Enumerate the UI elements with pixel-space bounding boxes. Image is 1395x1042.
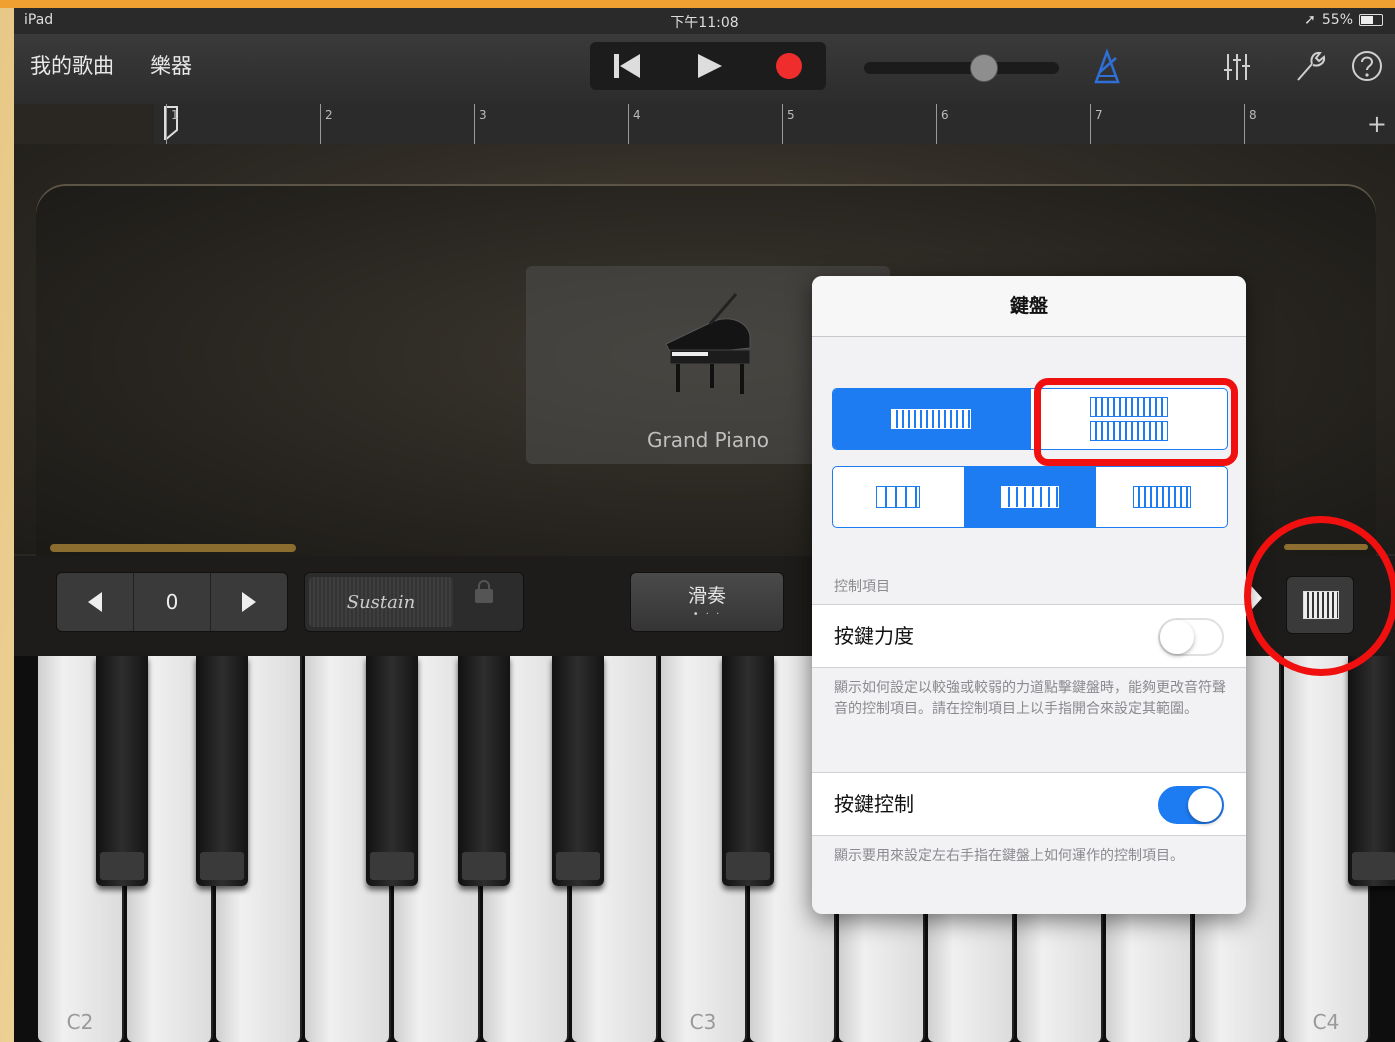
key-control-label: 按鍵控制	[834, 792, 914, 816]
black-key[interactable]	[552, 656, 604, 886]
battery-icon	[1359, 14, 1383, 26]
medium-keys-option[interactable]	[964, 467, 1097, 527]
add-section-icon[interactable]: +	[1367, 110, 1387, 138]
medium-keys-icon	[1001, 486, 1059, 508]
glide-page-dots: • · ·	[692, 609, 722, 620]
metronome-icon[interactable]	[1090, 48, 1124, 84]
octave-control: 0	[56, 572, 288, 632]
key-size-segmented-control	[832, 466, 1228, 528]
note-label: C2	[66, 1010, 94, 1034]
glide-button[interactable]: 滑奏 • · ·	[630, 572, 784, 632]
ruler-bar: 3	[474, 104, 487, 144]
key-control-description: 顯示要用來設定左右手指在鍵盤上如何運作的控制項目。	[834, 848, 1184, 864]
key-control-toggle[interactable]	[1158, 786, 1224, 824]
black-key[interactable]	[722, 656, 774, 886]
black-key[interactable]	[1348, 656, 1395, 886]
keyboard-scroll-indicator[interactable]	[50, 544, 296, 552]
record-icon[interactable]	[770, 50, 810, 82]
popover-title: 鍵盤	[812, 276, 1246, 337]
master-volume-slider[interactable]	[864, 54, 1059, 82]
single-keyboard-icon	[891, 409, 972, 429]
grand-piano-icon	[665, 293, 751, 394]
ruler-bar: 4	[628, 104, 641, 144]
black-key[interactable]	[96, 656, 148, 886]
black-key[interactable]	[366, 656, 418, 886]
battery-status: ➚ 55%	[1304, 12, 1383, 28]
my-songs-button[interactable]: 我的歌曲	[30, 50, 114, 80]
location-arrow-icon: ➚	[1304, 12, 1316, 28]
ruler-bar: 2	[320, 104, 333, 144]
arrow-right-icon	[242, 592, 256, 612]
toolbar: 我的歌曲 樂器	[14, 34, 1395, 104]
lock-icon[interactable]	[475, 580, 493, 603]
battery-percent: 55%	[1321, 12, 1353, 28]
ruler-bar: 8	[1244, 104, 1257, 144]
black-key[interactable]	[196, 656, 248, 886]
keyboard-popover: 鍵盤 控制項目 按鍵力度 顯示如何設定以較強或較弱的力道點擊鍵盤時，能夠更改音符…	[812, 276, 1246, 914]
single-keyboard-option[interactable]	[833, 389, 1031, 449]
volume-knob[interactable]	[970, 54, 998, 82]
ruler-bar: 7	[1090, 104, 1103, 144]
velocity-description: 顯示如何設定以較強或較弱的力道點擊鍵盤時，能夠更改音符聲音的控制項目。請在控制項…	[834, 680, 1226, 717]
timeline-ruler[interactable]: 1 2 3 4 5 6 7 8 +	[154, 104, 1395, 144]
highlight-circle	[1244, 516, 1395, 676]
octave-up-button[interactable]	[211, 573, 287, 631]
large-keys-icon	[876, 486, 921, 508]
ruler-bar: 1	[166, 104, 179, 144]
glide-label: 滑奏	[687, 585, 726, 607]
help-icon[interactable]	[1350, 48, 1384, 84]
octave-down-button[interactable]	[57, 573, 134, 631]
velocity-label: 按鍵力度	[834, 624, 914, 648]
ruler-bar: 5	[782, 104, 795, 144]
velocity-toggle[interactable]	[1158, 618, 1224, 656]
highlight-rectangle	[1034, 378, 1238, 466]
large-keys-option[interactable]	[833, 467, 965, 527]
note-label: C3	[689, 1010, 717, 1034]
section-label: 控制項目	[834, 579, 890, 595]
small-keys-icon	[1132, 486, 1191, 508]
octave-value: 0	[134, 573, 211, 631]
transport-controls	[590, 42, 826, 90]
mixer-icon[interactable]	[1220, 48, 1254, 84]
key-control-row: 按鍵控制	[812, 772, 1246, 836]
wrench-icon[interactable]	[1292, 48, 1326, 84]
note-label: C4	[1312, 1010, 1340, 1034]
velocity-row: 按鍵力度	[812, 604, 1246, 668]
clock: 下午11:08	[670, 15, 739, 31]
small-keys-option[interactable]	[1096, 467, 1227, 527]
sustain-pedal[interactable]: Sustain	[309, 577, 453, 627]
slide-top-bar	[0, 0, 1395, 8]
play-icon[interactable]	[690, 50, 730, 82]
status-bar: iPad 下午11:08 ➚ 55%	[14, 8, 1395, 34]
ruler-bar: 6	[936, 104, 949, 144]
sustain-control: Sustain	[304, 572, 524, 632]
go-to-start-icon[interactable]	[610, 50, 650, 82]
black-key[interactable]	[458, 656, 510, 886]
arrow-left-icon	[88, 592, 102, 612]
instruments-button[interactable]: 樂器	[150, 50, 192, 80]
